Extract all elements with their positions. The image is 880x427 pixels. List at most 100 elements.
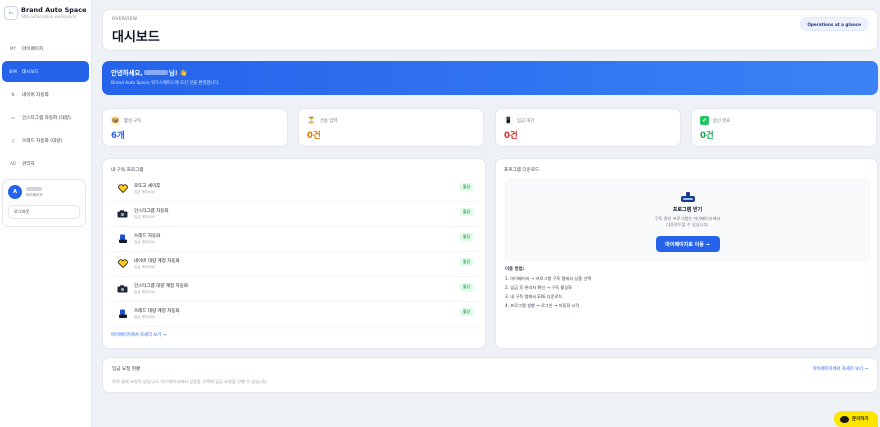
stat-value: 0건 <box>504 131 518 141</box>
stat-value: 0건 <box>307 131 321 141</box>
overview-label: OVERVIEW <box>112 17 138 22</box>
welcome-title: 안녕하세요, 님! 👋 <box>111 68 188 77</box>
list-item[interactable]: 로또고 셰이후 입금 에이비씨 활성 <box>111 179 479 202</box>
program-date: 입금 에이비씨 <box>134 215 155 219</box>
user-name-redacted <box>143 70 168 75</box>
program-name: 인스타그램 자동화 <box>134 209 169 214</box>
stat-label: 활성 구독 <box>124 118 142 124</box>
stat-value: 0건 <box>700 131 714 141</box>
camera-icon <box>117 283 128 294</box>
brand-title: Brand Auto Space <box>21 6 87 14</box>
program-date: 입금 에이비씨 <box>134 240 155 244</box>
program-name: 로또고 셰이후 <box>134 184 161 189</box>
kakao-inquiry-button[interactable]: 문의하기 <box>834 411 878 427</box>
status-badge: 활성 <box>460 283 473 291</box>
list-item[interactable]: 쓰레드 대량 계정 자동화 입금 에이비씨 활성 <box>111 304 479 327</box>
sidebar-item-instagram[interactable]: ▭ 인스타그램 자동화 (대량) <box>2 107 89 128</box>
list-item[interactable]: 쓰레드 자동화 입금 에이비씨 활성 <box>111 229 479 252</box>
heart-icon <box>117 258 128 269</box>
payment-requests-panel: 입금 요청 현황 마이페이지에서 자세히 보기 → 아직 결제 요청이 없습니다… <box>102 357 878 393</box>
naver-icon: N <box>11 92 15 97</box>
download-box-desc: 구독 중인 프로그램은 마이페이지에서 다운로드할 수 있습니다. <box>506 216 869 228</box>
check-icon: ✔ <box>700 116 709 125</box>
howto-title: 이용 방법: <box>505 267 525 272</box>
phone-icon: 📱 <box>504 116 513 125</box>
requests-more-link[interactable]: 마이페이지에서 자세히 보기 → <box>813 366 868 372</box>
sidebar-item-label: 네이버 자동화 <box>22 92 49 98</box>
sidebar-item-naver[interactable]: N 네이버 자동화 <box>2 84 89 105</box>
dashboard-icon: B·M <box>9 69 17 74</box>
sidebar-nav: MY 마이페이지 B·M 대시보드 N 네이버 자동화 ▭ 인스타그램 자동화 … <box>0 34 91 180</box>
brand-subtitle: SNS automation workspace <box>21 14 77 19</box>
howto-step: 2. 입금 후 관리자 확인 → 구독 활성화 <box>505 285 572 290</box>
sidebar-item-mypage[interactable]: MY 마이페이지 <box>2 38 89 59</box>
download-box: 프로그램 받기 구독 중인 프로그램은 마이페이지에서 다운로드할 수 있습니다… <box>505 179 870 261</box>
camera-icon: ▭ <box>11 115 15 120</box>
stat-label: 승인 완료 <box>713 118 731 124</box>
howto-step: 1. 마이페이지 → 프로그램 구독 탭에서 상품 선택 <box>505 276 592 281</box>
download-device-icon <box>680 189 696 202</box>
mypage-icon: MY <box>10 46 16 51</box>
logout-button[interactable]: 로그아웃 <box>8 205 80 219</box>
status-badge: 활성 <box>460 308 473 316</box>
page-title: 대시보드 <box>112 30 160 45</box>
download-box-title: 프로그램 받기 <box>672 207 703 213</box>
camera-icon <box>117 208 128 219</box>
stat-label: 전송 입력 <box>320 118 338 124</box>
stat-value: 6개 <box>111 131 125 141</box>
page-header: OVERVIEW 대시보드 Operations at a glance <box>102 9 878 51</box>
sidebar-item-threads[interactable]: ♫ 쓰레드 자동화 (대량) <box>2 130 89 151</box>
status-badge: 활성 <box>460 208 473 216</box>
greeting-suffix: 님! 👋 <box>168 69 188 77</box>
howto-step: 3. 내 구독 탭에서 EXE 다운로드 <box>505 294 563 299</box>
operations-glance-button[interactable]: Operations at a glance <box>800 17 868 31</box>
list-item[interactable]: 인스타그램 대량 계정 자동화 입금 에이비씨 활성 <box>111 279 479 302</box>
program-date: 입금 에이비씨 <box>134 265 155 269</box>
howto-step: 4. 프로그램 실행 → 로그인 → 자동화 시작 <box>505 303 580 308</box>
admin-icon: AD <box>10 161 16 166</box>
sidebar-item-dashboard[interactable]: B·M 대시보드 <box>2 61 89 82</box>
brand-logo: B·I <box>4 6 18 20</box>
sidebar-item-label: 관리자 <box>22 161 35 167</box>
heart-icon <box>117 183 128 194</box>
thread-icon: ♫ <box>11 138 15 143</box>
section-title: 프로그램 다운로드 <box>504 168 540 173</box>
sidebar-item-admin[interactable]: AD 관리자 <box>2 153 89 174</box>
program-date: 입금 에이비씨 <box>134 190 155 194</box>
user-name-redacted <box>26 186 42 191</box>
subscribed-programs-panel: 내 구독 프로그램 로또고 셰이후 입금 에이비씨 활성 인스타그램 자동화 입… <box>102 158 486 349</box>
status-badge: 활성 <box>460 233 473 241</box>
program-name: 쓰레드 대량 계정 자동화 <box>134 309 180 314</box>
stat-card-pending-payment: 📱 입금 대기 0건 <box>495 108 681 147</box>
stat-card-active-subscriptions: 📦 활성 구독 6개 <box>102 108 288 147</box>
program-name: 쓰레드 자동화 <box>134 234 161 239</box>
greeting-prefix: 안녕하세요, <box>111 69 143 77</box>
download-desc-line: 다운로드할 수 있습니다. <box>666 222 709 227</box>
program-name: 인스타그램 대량 계정 자동화 <box>134 284 188 289</box>
sidebar-item-label: 쓰레드 자동화 (대량) <box>22 138 63 144</box>
program-download-panel: 프로그램 다운로드 프로그램 받기 구독 중인 프로그램은 마이페이지에서 다운… <box>495 158 878 349</box>
status-badge: 활성 <box>460 183 473 191</box>
hourglass-icon: ⏳ <box>307 116 316 125</box>
stat-card-transfer-input: ⏳ 전송 입력 0건 <box>298 108 484 147</box>
program-date: 입금 에이비씨 <box>134 290 155 294</box>
list-item[interactable]: 네이버 대량 계정 자동화 입금 에이비씨 활성 <box>111 254 479 277</box>
list-item[interactable]: 인스타그램 자동화 입금 에이비씨 활성 <box>111 204 479 227</box>
kakao-inquiry-label: 문의하기 <box>852 417 869 422</box>
status-badge: 활성 <box>460 258 473 266</box>
avatar[interactable]: A <box>8 185 22 199</box>
thread-icon <box>117 308 128 319</box>
requests-empty-message: 아직 결제 요청이 없습니다. 마이페이지에서 상품을 선택해 입금 요청을 진… <box>112 379 268 384</box>
program-name: 네이버 대량 계정 자동화 <box>134 259 180 264</box>
go-to-mypage-button[interactable]: 마이페이지로 이동 → <box>655 236 720 252</box>
chat-bubble-icon <box>840 415 849 423</box>
thread-icon <box>117 233 128 244</box>
program-date: 입금 에이비씨 <box>134 315 155 319</box>
section-title: 입금 요청 현황 <box>112 367 141 372</box>
stat-label: 입금 대기 <box>517 118 535 124</box>
sidebar-item-label: 마이페이지 <box>22 46 44 52</box>
section-title: 내 구독 프로그램 <box>111 168 144 173</box>
brand[interactable]: B·I Brand Auto Space SNS automation work… <box>0 0 91 34</box>
programs-more-link[interactable]: 마이페이지에서 자세히 보기 → <box>111 332 166 338</box>
welcome-banner: 안녕하세요, 님! 👋 Brand Auto Space 워크스페이스에 오신 … <box>102 61 878 95</box>
